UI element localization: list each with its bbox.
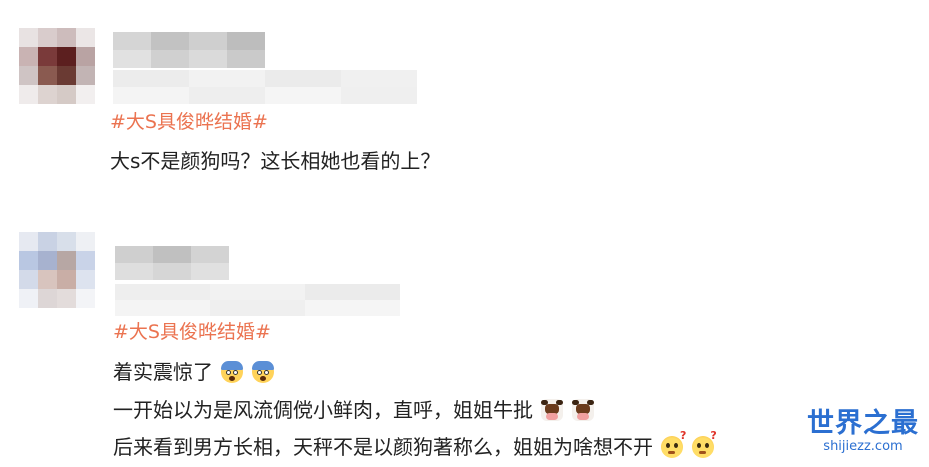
comment-text-content: 后来看到男方长相，天秤不是以颜狗著称么，姐姐为啥想不开 (113, 435, 653, 459)
avatar[interactable] (19, 232, 95, 308)
thinking-face-icon: ? (691, 430, 717, 458)
cow-face-icon (541, 399, 564, 421)
comment-2: #大S具俊晔结婚# 着实震惊了 一开始以为是风流倜傥小鲜肉，直呼，姐姐牛批 后来… (0, 0, 929, 467)
comment-text-content: 着实震惊了 (113, 360, 213, 384)
thinking-face-icon: ? (661, 430, 686, 458)
comment-text-line-2: 一开始以为是风流倜傥小鲜肉，直呼，姐姐牛批 (113, 397, 594, 423)
watermark-url: shijiezz.com (823, 439, 903, 454)
cow-face-icon (571, 399, 594, 421)
watermark-title: 世界之最 (807, 408, 919, 439)
shocked-face-icon (221, 361, 244, 383)
username-blurred[interactable] (115, 246, 229, 280)
comment-text-line-1: 着实震惊了 (113, 359, 274, 385)
meta-blurred (115, 284, 400, 316)
comment-text-line-3: 后来看到男方长相，天秤不是以颜狗著称么，姐姐为啥想不开 ? ? (113, 430, 717, 460)
comment-text-content: 一开始以为是风流倜傥小鲜肉，直呼，姐姐牛批 (113, 398, 533, 422)
site-watermark: 世界之最 shijiezz.com (800, 408, 926, 454)
shocked-face-icon (251, 361, 274, 383)
hashtag-link[interactable]: #大S具俊晔结婚# (113, 320, 271, 344)
